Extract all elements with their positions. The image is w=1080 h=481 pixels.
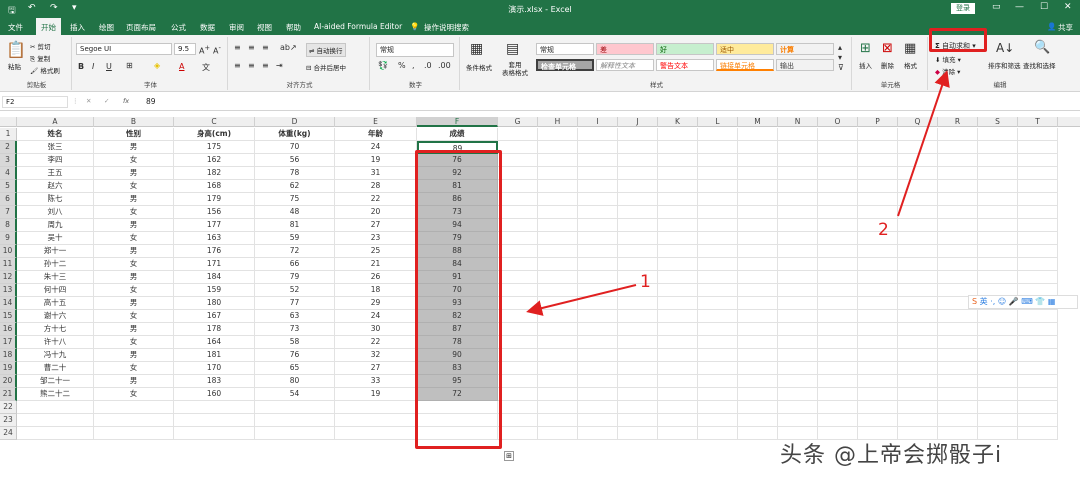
punctuation-icon[interactable]: ·, xyxy=(990,297,995,306)
watermark: 头条 @上帝会掷骰子i xyxy=(780,443,1003,468)
quick-analysis-icon[interactable]: ⊞ xyxy=(504,451,514,461)
keyboard-icon[interactable]: ⌨ xyxy=(1021,297,1033,306)
skin-icon[interactable]: 👕 xyxy=(1035,297,1045,306)
annotation-label-two: 2 xyxy=(878,220,889,240)
arrow-one xyxy=(526,284,637,316)
mic-icon[interactable]: 🎤 xyxy=(1009,297,1019,306)
ime-toolbar[interactable]: S 英 ·, ☺ 🎤 ⌨ 👕 ▦ xyxy=(968,295,1078,309)
sogou-icon: S xyxy=(972,297,978,306)
toolbox-icon[interactable]: ▦ xyxy=(1048,297,1056,306)
arrow-two xyxy=(897,70,950,217)
annotation-label-one: 1 xyxy=(640,272,651,292)
emoji-icon[interactable]: ☺ xyxy=(998,297,1006,306)
annotation-arrows xyxy=(526,70,950,316)
ime-mode[interactable]: 英 xyxy=(980,297,988,306)
